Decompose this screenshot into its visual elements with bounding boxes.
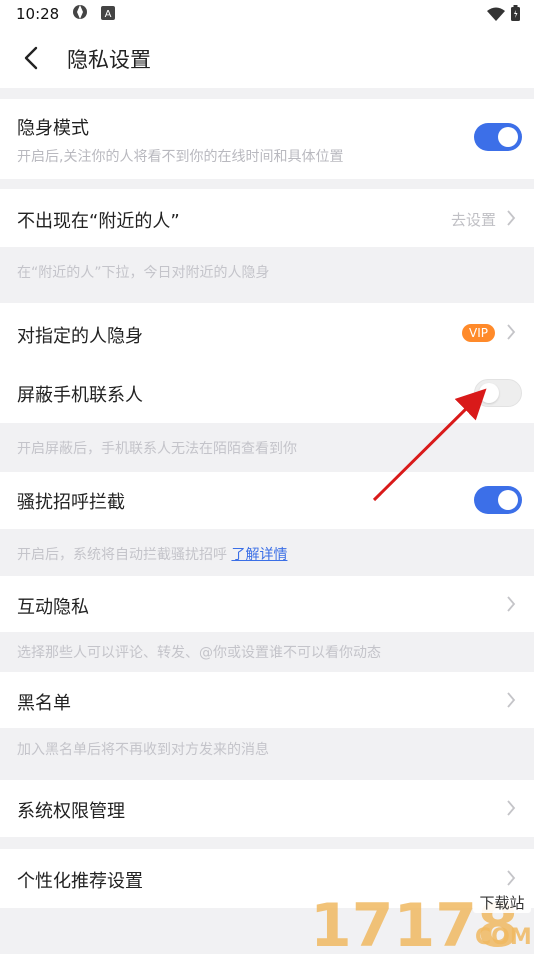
go-settings-link[interactable]: 去设置	[451, 209, 496, 230]
setting-blacklist[interactable]: 黑名单	[0, 672, 534, 728]
chevron-right-icon	[506, 692, 516, 708]
status-time: 10:28	[16, 5, 60, 23]
block-contacts-toggle[interactable]	[474, 379, 522, 407]
harassment-block-toggle[interactable]	[474, 486, 522, 514]
a-badge-icon: A	[101, 5, 116, 24]
chevron-right-icon	[506, 324, 516, 340]
hint-text: 加入黑名单后将不再收到对方发来的消息	[17, 742, 269, 758]
setting-label: 骚扰招呼拦截	[17, 492, 125, 513]
learn-more-link[interactable]: 了解详情	[231, 547, 287, 563]
setting-label: 个性化推荐设置	[17, 871, 143, 892]
setting-label: 隐身模式	[17, 118, 89, 139]
setting-harassment-block[interactable]: 骚扰招呼拦截	[0, 472, 534, 529]
chevron-right-icon	[506, 210, 516, 226]
setting-label: 黑名单	[17, 693, 71, 714]
hint-text: 选择那些人可以评论、转发、@你或设置谁不可以看你动态	[17, 645, 381, 661]
hint-text: 开启后，系统将自动拦截骚扰招呼 了解详情	[17, 544, 287, 564]
setting-label: 不出现在“附近的人”	[17, 211, 180, 232]
site-watermark: 17178 下载站 COM	[310, 888, 534, 954]
setting-hide-from-specific[interactable]: 对指定的人隐身 VIP	[0, 303, 534, 361]
stealth-mode-toggle[interactable]	[474, 123, 522, 151]
status-bar: 10:28 A	[0, 0, 534, 28]
chevron-right-icon	[506, 800, 516, 816]
sync-icon	[71, 3, 89, 25]
battery-icon	[511, 5, 520, 25]
setting-label: 互动隐私	[17, 597, 89, 618]
page-title: 隐私设置	[67, 48, 151, 72]
setting-label: 对指定的人隐身	[17, 326, 143, 347]
chevron-left-icon[interactable]	[20, 46, 44, 70]
app-header: 隐私设置	[0, 28, 534, 88]
chevron-right-icon	[506, 596, 516, 612]
watermark-badge: 下载站	[479, 894, 524, 912]
setting-description: 开启后,关注你的人将看不到你的在线时间和具体位置	[17, 149, 344, 165]
setting-interaction-privacy[interactable]: 互动隐私	[0, 576, 534, 632]
watermark-domain: COM	[475, 925, 532, 950]
hint-text: 在“附近的人”下拉，今日对附近的人隐身	[17, 265, 270, 281]
hint-body: 开启后，系统将自动拦截骚扰招呼	[17, 547, 227, 563]
setting-label: 屏蔽手机联系人	[17, 385, 143, 406]
hint-text: 开启屏蔽后，手机联系人无法在陌陌查看到你	[17, 441, 297, 457]
setting-hide-nearby[interactable]: 不出现在“附近的人” 去设置	[0, 189, 534, 247]
chevron-right-icon	[506, 870, 516, 886]
setting-block-contacts[interactable]: 屏蔽手机联系人	[0, 361, 534, 423]
setting-stealth-mode[interactable]: 隐身模式 开启后,关注你的人将看不到你的在线时间和具体位置	[0, 99, 534, 179]
setting-label: 系统权限管理	[17, 801, 125, 822]
svg-text:A: A	[105, 9, 112, 20]
wifi-icon	[487, 6, 505, 25]
vip-badge: VIP	[462, 324, 495, 342]
setting-system-permissions[interactable]: 系统权限管理	[0, 780, 534, 837]
